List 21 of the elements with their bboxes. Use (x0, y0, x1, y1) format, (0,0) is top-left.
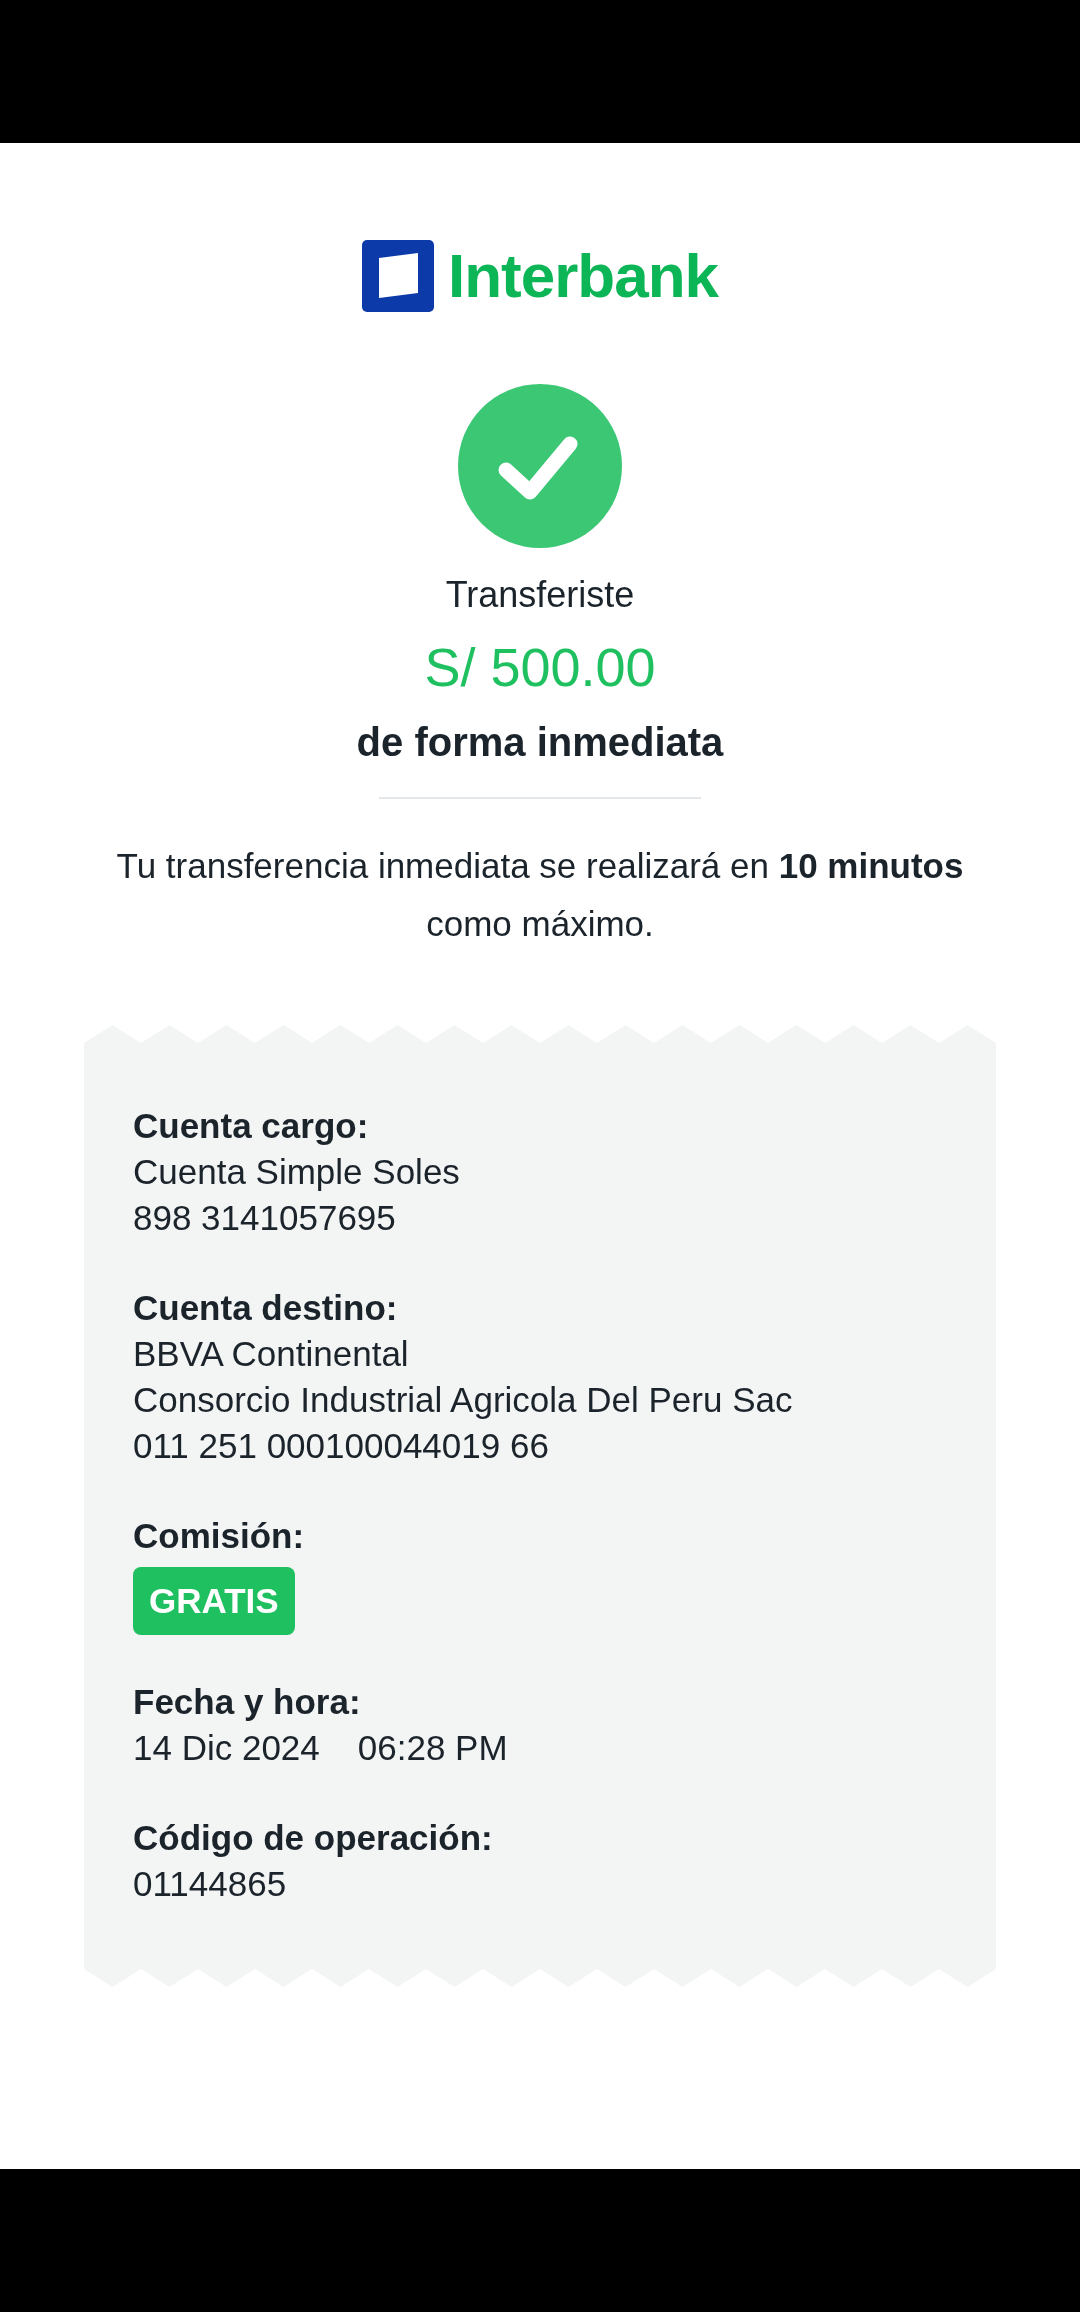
detail-value: 898 3141057695 (133, 1197, 397, 1239)
detail-value: Cuenta Simple Soles (133, 1151, 461, 1193)
detail-label: Cuenta cargo: (133, 1105, 370, 1147)
notice-text: Tu transferencia inmediata se realizará en 10 minutos como máximo. (115, 845, 965, 945)
time-value: 06:28 PM (357, 1727, 508, 1769)
detail-label: Cuenta destino: (133, 1287, 399, 1329)
detail-value: Consorcio Industrial Agricola Del Peru Sac (133, 1379, 794, 1421)
detail-value: 01144865 (133, 1863, 288, 1905)
fee-badge: GRATIS (133, 1567, 295, 1635)
detail-value: BBVA Continental (133, 1333, 410, 1375)
detail-value: 011 251 000100044019 66 (133, 1425, 550, 1467)
logo-icon (361, 240, 434, 312)
detail-label: Código de operación: (133, 1817, 494, 1859)
logo-text: Interbank (447, 245, 719, 307)
date-value: 14 Dic 2024 (133, 1727, 320, 1769)
transfer-mode: de forma inmediata (356, 720, 724, 765)
detail-label: Fecha y hora: (133, 1681, 362, 1723)
amount: S/ 500.00 (424, 636, 656, 698)
success-check-icon (458, 384, 622, 548)
headline: Transferiste (445, 574, 635, 616)
detail-label: Comisión: (133, 1515, 306, 1557)
